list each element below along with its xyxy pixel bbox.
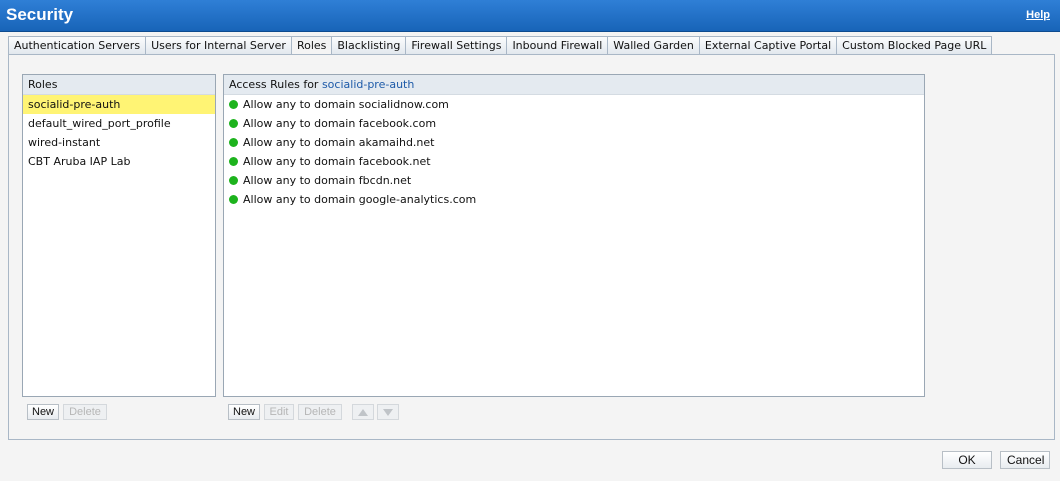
window-title: Security xyxy=(6,5,74,24)
delete-role-button[interactable]: Delete xyxy=(63,404,107,420)
access-rule-label: Allow any to domain facebook.com xyxy=(243,117,437,130)
tab-walled-garden[interactable]: Walled Garden xyxy=(607,36,699,55)
arrow-down-icon xyxy=(383,408,393,416)
access-rule-label: Allow any to domain google-analytics.com xyxy=(243,193,477,206)
access-rules-header: Access Rules for socialid-pre-auth xyxy=(224,75,924,95)
move-rule-up-button[interactable] xyxy=(352,404,374,420)
edit-rule-button[interactable]: Edit xyxy=(264,404,294,420)
access-rule-label: Allow any to domain facebook.net xyxy=(243,155,431,168)
tab-authentication-servers[interactable]: Authentication Servers xyxy=(8,36,146,55)
role-item-cbt-aruba-iap-lab[interactable]: CBT Aruba IAP Lab xyxy=(23,152,215,171)
access-rule-item[interactable]: Allow any to domain akamaihd.net xyxy=(224,133,924,152)
allow-status-icon xyxy=(229,157,238,166)
access-rule-item[interactable]: Allow any to domain socialidnow.com xyxy=(224,95,924,114)
allow-status-icon xyxy=(229,119,238,128)
tab-firewall-settings[interactable]: Firewall Settings xyxy=(405,36,507,55)
new-role-button[interactable]: New xyxy=(27,404,59,420)
access-rule-label: Allow any to domain socialidnow.com xyxy=(243,98,449,111)
tab-inbound-firewall[interactable]: Inbound Firewall xyxy=(506,36,608,55)
move-rule-down-button[interactable] xyxy=(377,404,399,420)
access-rule-label: Allow any to domain akamaihd.net xyxy=(243,136,435,149)
allow-status-icon xyxy=(229,195,238,204)
tab-bar: Authentication Servers Users for Interna… xyxy=(8,36,993,55)
allow-status-icon xyxy=(229,138,238,147)
allow-status-icon xyxy=(229,176,238,185)
access-rule-item[interactable]: Allow any to domain facebook.net xyxy=(224,152,924,171)
help-link[interactable]: Help xyxy=(1026,9,1050,21)
tab-custom-blocked-page-url[interactable]: Custom Blocked Page URL xyxy=(836,36,993,55)
tab-roles[interactable]: Roles xyxy=(290,36,332,55)
role-item-socialid-pre-auth[interactable]: socialid-pre-auth xyxy=(23,95,215,114)
roles-list-panel: Roles socialid-pre-auth default_wired_po… xyxy=(22,74,216,397)
roles-list-header: Roles xyxy=(23,75,215,95)
title-bar: Security Help xyxy=(0,0,1060,32)
delete-rule-button[interactable]: Delete xyxy=(298,404,342,420)
cancel-button[interactable]: Cancel xyxy=(1000,451,1050,469)
access-rules-panel: Access Rules for socialid-pre-auth Allow… xyxy=(223,74,925,397)
tab-external-captive-portal[interactable]: External Captive Portal xyxy=(698,36,837,55)
ok-button[interactable]: OK xyxy=(942,451,992,469)
access-rule-item[interactable]: Allow any to domain fbcdn.net xyxy=(224,171,924,190)
access-rule-item[interactable]: Allow any to domain google-analytics.com xyxy=(224,190,924,209)
arrow-up-icon xyxy=(358,408,368,416)
new-rule-button[interactable]: New xyxy=(228,404,260,420)
access-rules-header-prefix: Access Rules for xyxy=(229,78,319,91)
allow-status-icon xyxy=(229,100,238,109)
tab-blacklisting[interactable]: Blacklisting xyxy=(331,36,406,55)
access-rule-item[interactable]: Allow any to domain facebook.com xyxy=(224,114,924,133)
access-rules-header-role: socialid-pre-auth xyxy=(321,78,415,91)
tab-users-for-internal-server[interactable]: Users for Internal Server xyxy=(145,36,291,55)
access-rule-label: Allow any to domain fbcdn.net xyxy=(243,174,412,187)
role-item-default-wired-port-profile[interactable]: default_wired_port_profile xyxy=(23,114,215,133)
roles-tab-content: Roles socialid-pre-auth default_wired_po… xyxy=(8,54,1055,440)
role-item-wired-instant[interactable]: wired-instant xyxy=(23,133,215,152)
